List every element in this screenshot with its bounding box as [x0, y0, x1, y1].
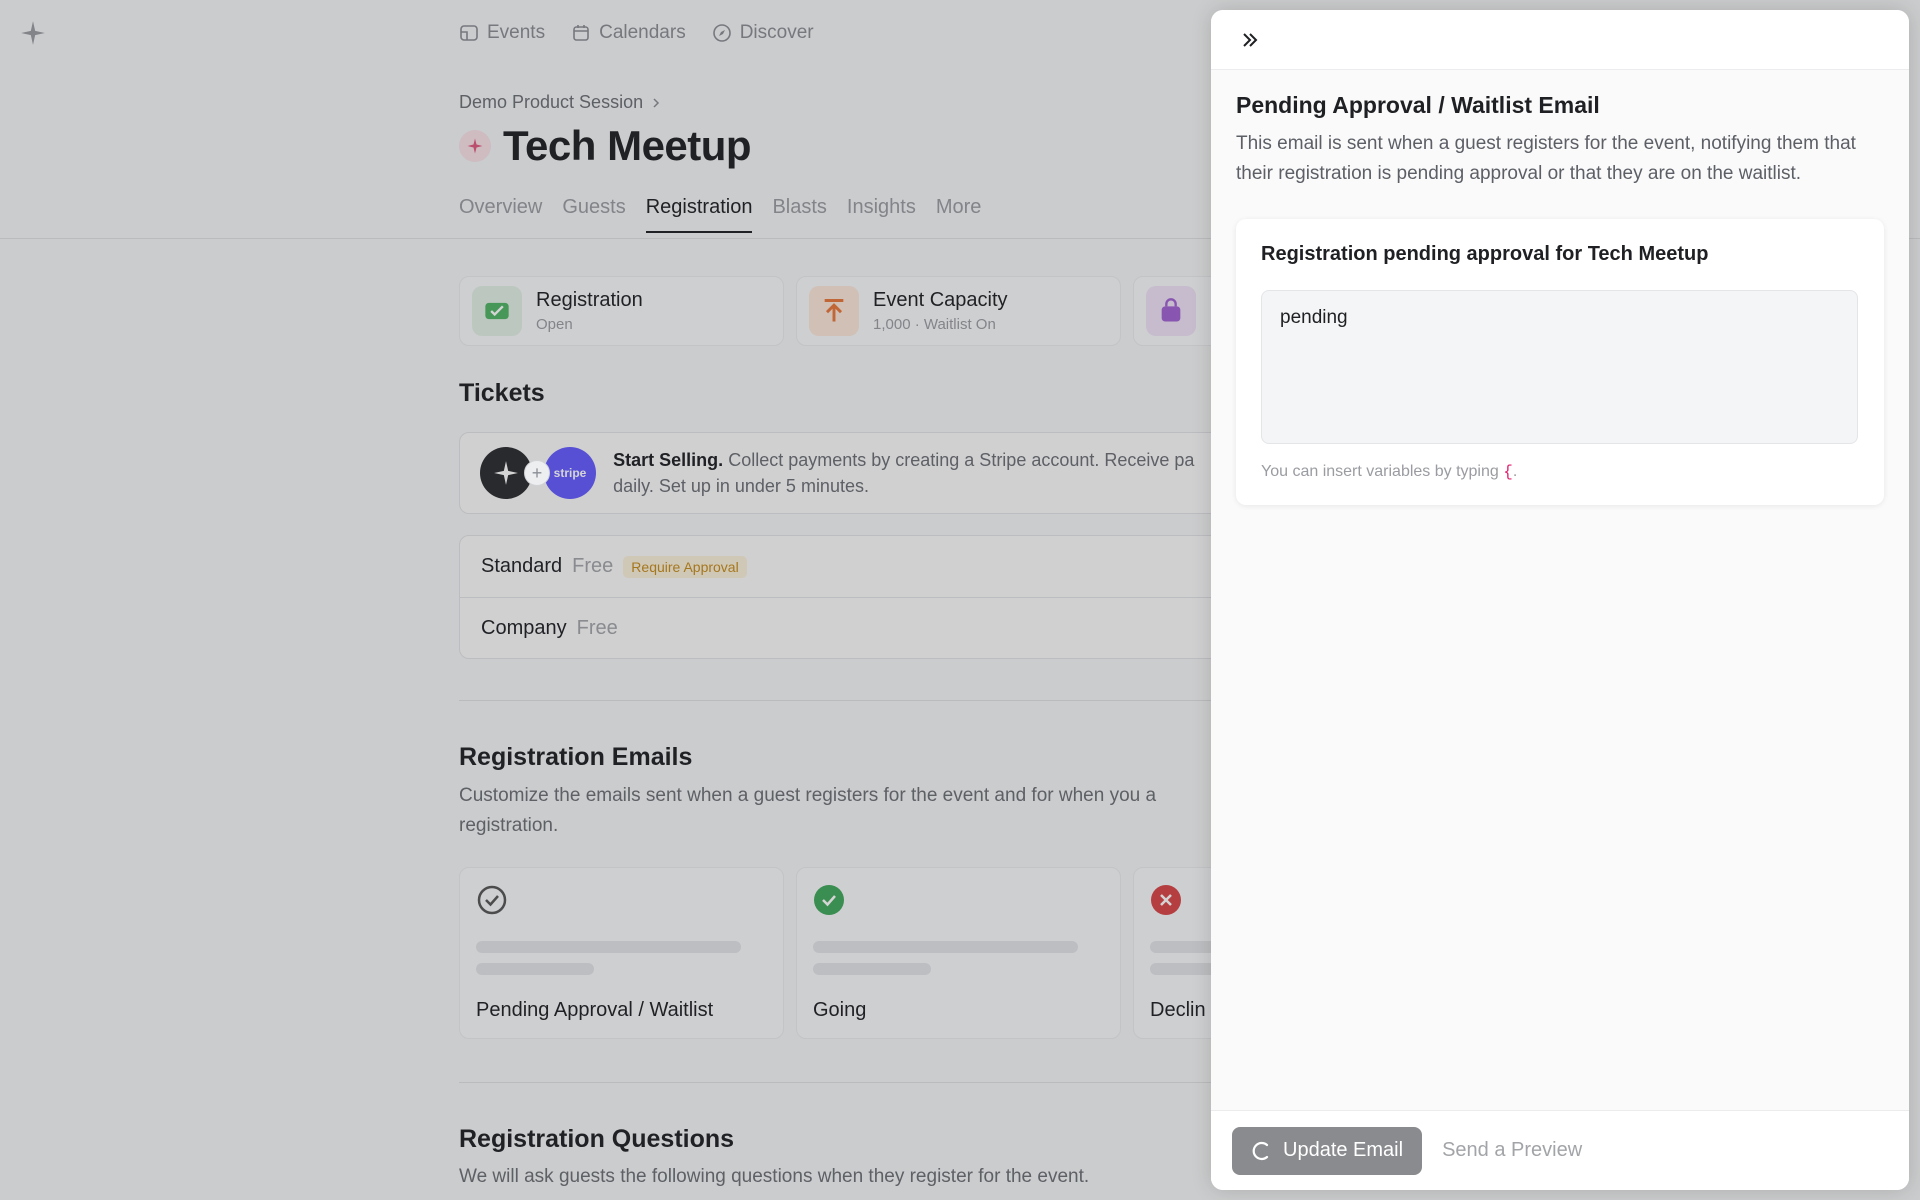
panel-title: Pending Approval / Waitlist Email: [1236, 92, 1600, 118]
panel-description: This email is sent when a guest register…: [1236, 133, 1856, 184]
double-chevron-right-icon: [1243, 32, 1258, 47]
panel-body: Pending Approval / Waitlist Email This e…: [1211, 70, 1909, 527]
hint-prefix: You can insert variables by typing: [1261, 463, 1504, 480]
collapse-panel-button[interactable]: [1235, 25, 1265, 55]
update-email-label: Update Email: [1283, 1139, 1404, 1161]
hint-suffix: .: [1512, 463, 1518, 480]
send-preview-button[interactable]: Send a Preview: [1442, 1139, 1582, 1162]
spinner-icon: [1252, 1141, 1269, 1160]
email-editor-panel: Pending Approval / Waitlist Email This e…: [1211, 10, 1909, 1190]
hint-brace: {: [1503, 463, 1513, 481]
panel-footer: Update Email Send a Preview: [1211, 1110, 1909, 1190]
email-subject[interactable]: Registration pending approval for Tech M…: [1261, 243, 1859, 266]
variables-hint: You can insert variables by typing {.: [1261, 463, 1859, 481]
update-email-button[interactable]: Update Email: [1232, 1126, 1423, 1175]
email-editor-box: Registration pending approval for Tech M…: [1236, 219, 1884, 505]
plus-icon: +: [524, 460, 550, 486]
email-body-input[interactable]: pending: [1261, 290, 1858, 444]
panel-header: [1211, 10, 1909, 70]
